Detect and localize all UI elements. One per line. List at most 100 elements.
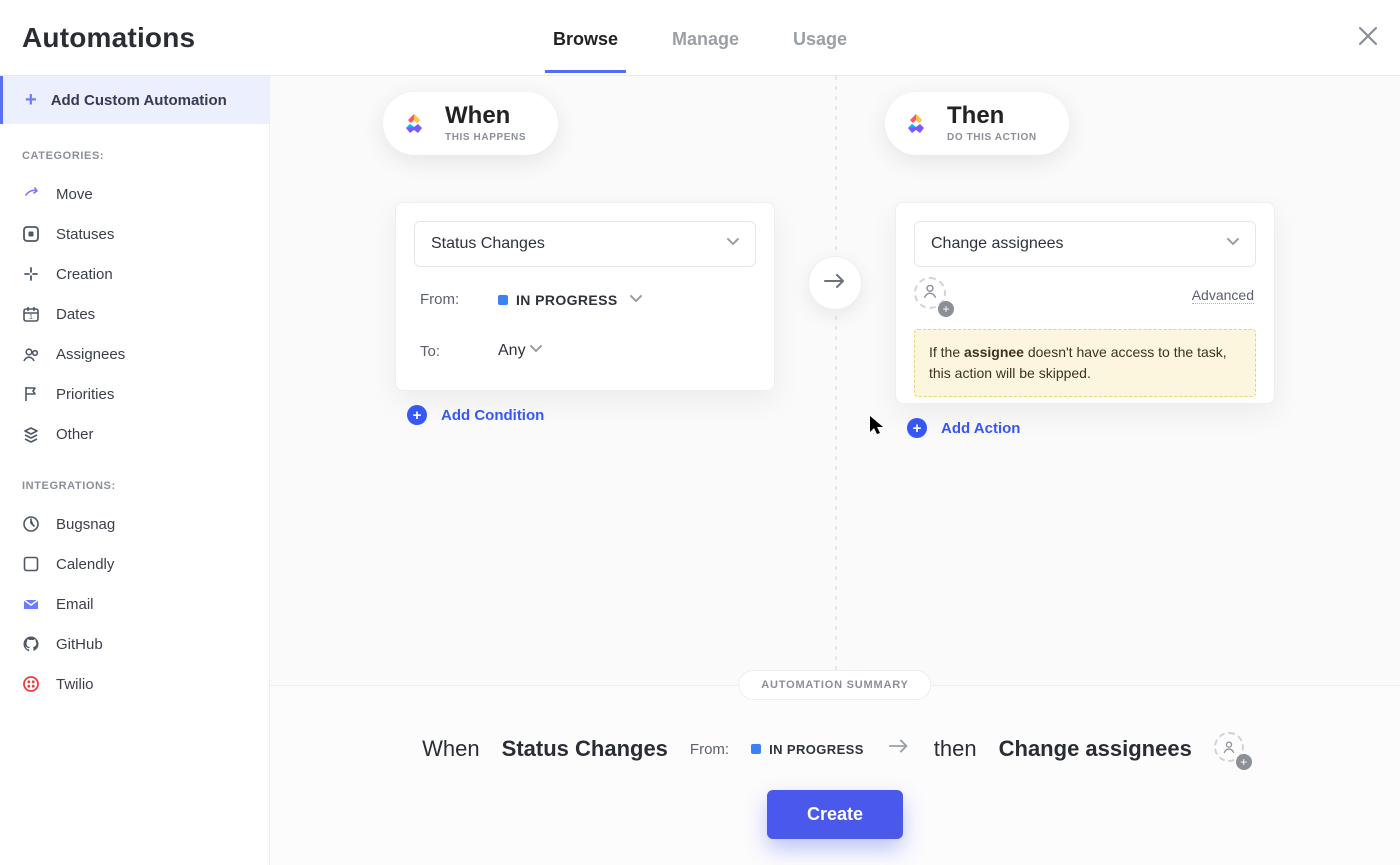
trigger-value: Status Changes — [431, 235, 545, 253]
flow-arrow — [808, 256, 862, 310]
sidebar-item-label: Statuses — [56, 226, 114, 243]
sidebar-item-move[interactable]: Move — [0, 174, 269, 214]
dates-icon — [22, 305, 40, 323]
summary-from-status-value: IN PROGRESS — [769, 742, 864, 757]
summary-from-status: IN PROGRESS — [751, 742, 864, 757]
sidebar-item-twilio[interactable]: Twilio — [0, 664, 269, 704]
add-condition-button[interactable]: + Add Condition — [395, 405, 775, 425]
chevron-down-icon — [630, 292, 642, 308]
chevron-down-icon — [530, 342, 542, 360]
sidebar-item-bugsnag[interactable]: Bugsnag — [0, 504, 269, 544]
integrations-heading: INTEGRATIONS: — [0, 454, 269, 504]
plus-circle-icon: + — [407, 405, 427, 425]
warning-text: If the — [929, 344, 964, 360]
from-label: From: — [420, 291, 476, 308]
summary-bar: AUTOMATION SUMMARY When Status Changes F… — [270, 685, 1400, 865]
from-status-value: IN PROGRESS — [516, 292, 618, 308]
close-icon — [1359, 27, 1377, 50]
move-icon — [22, 185, 40, 203]
sidebar-item-dates[interactable]: Dates — [0, 294, 269, 334]
when-column: When THIS HAPPENS Status Changes From: I… — [395, 132, 775, 685]
assignee-picker[interactable]: + — [914, 277, 952, 315]
calendly-icon — [22, 555, 40, 573]
advanced-link[interactable]: Advanced — [1192, 287, 1254, 304]
then-card: Change assignees + Advanced If the assig… — [895, 202, 1275, 404]
bugsnag-icon — [22, 515, 40, 533]
plus-circle-icon: + — [907, 418, 927, 438]
sidebar-item-label: Calendly — [56, 556, 114, 573]
app-logo-icon — [397, 107, 431, 141]
then-column: Then DO THIS ACTION Change assignees + A… — [895, 132, 1275, 685]
chevron-down-icon — [1227, 235, 1239, 253]
warning-bold: assignee — [964, 344, 1024, 360]
categories-heading: CATEGORIES: — [0, 124, 269, 174]
add-condition-label: Add Condition — [441, 407, 544, 424]
from-status-dropdown[interactable]: IN PROGRESS — [498, 292, 642, 308]
sidebar-item-assignees[interactable]: Assignees — [0, 334, 269, 374]
email-icon — [22, 595, 40, 613]
chevron-down-icon — [727, 235, 739, 253]
tab-manage[interactable]: Manage — [664, 3, 747, 72]
create-button[interactable]: Create — [767, 790, 903, 839]
sidebar-item-label: Priorities — [56, 386, 114, 403]
add-action-button[interactable]: + Add Action — [895, 418, 1275, 438]
when-title: When — [445, 104, 526, 128]
sidebar-item-email[interactable]: Email — [0, 584, 269, 624]
priorities-icon — [22, 385, 40, 403]
sidebar-item-calendly[interactable]: Calendly — [0, 544, 269, 584]
sidebar-item-label: Assignees — [56, 346, 125, 363]
sidebar-item-statuses[interactable]: Statuses — [0, 214, 269, 254]
other-icon — [22, 425, 40, 443]
app-logo-icon — [899, 107, 933, 141]
plus-icon: + — [25, 90, 37, 110]
then-title: Then — [947, 104, 1037, 128]
when-card: Status Changes From: IN PROGRESS To: — [395, 202, 775, 391]
sidebar-item-label: Creation — [56, 266, 113, 283]
sidebar-item-label: GitHub — [56, 636, 103, 653]
tab-usage[interactable]: Usage — [785, 3, 855, 72]
sidebar-item-github[interactable]: GitHub — [0, 624, 269, 664]
sidebar-item-creation[interactable]: Creation — [0, 254, 269, 294]
summary-then-word: then — [934, 736, 977, 762]
page-title: Automations — [22, 22, 195, 54]
summary-from-label: From: — [690, 741, 729, 758]
sidebar-item-priorities[interactable]: Priorities — [0, 374, 269, 414]
to-status-value: Any — [498, 342, 526, 360]
when-header: When THIS HAPPENS — [383, 92, 558, 155]
sidebar-item-label: Move — [56, 186, 93, 203]
creation-icon — [22, 265, 40, 283]
summary-trigger: Status Changes — [502, 736, 668, 762]
close-button[interactable] — [1354, 24, 1382, 52]
twilio-icon — [22, 675, 40, 693]
add-action-label: Add Action — [941, 420, 1020, 437]
main-canvas: When THIS HAPPENS Status Changes From: I… — [270, 76, 1400, 865]
summary-assignee-icon: + — [1214, 732, 1248, 766]
tab-browse[interactable]: Browse — [545, 3, 626, 72]
summary-title: AUTOMATION SUMMARY — [738, 670, 931, 700]
top-nav: Browse Manage Usage — [545, 3, 855, 72]
sidebar-item-other[interactable]: Other — [0, 414, 269, 454]
trigger-select[interactable]: Status Changes — [414, 221, 756, 267]
assignees-icon — [22, 345, 40, 363]
then-subtitle: DO THIS ACTION — [947, 132, 1037, 143]
user-icon — [922, 283, 938, 304]
summary-when-word: When — [422, 736, 479, 762]
action-select[interactable]: Change assignees — [914, 221, 1256, 267]
add-custom-automation-button[interactable]: + Add Custom Automation — [0, 76, 269, 124]
status-color-swatch — [498, 295, 508, 305]
sidebar: + Add Custom Automation CATEGORIES: Move… — [0, 76, 270, 865]
status-color-swatch — [751, 744, 761, 754]
github-icon — [22, 635, 40, 653]
cursor-icon — [870, 416, 884, 439]
action-value: Change assignees — [931, 235, 1064, 253]
to-status-dropdown[interactable]: Any — [498, 342, 542, 360]
add-badge-icon: + — [938, 301, 954, 317]
arrow-right-icon — [821, 267, 849, 300]
then-header: Then DO THIS ACTION — [885, 92, 1069, 155]
arrow-right-icon — [886, 733, 912, 765]
sidebar-item-label: Other — [56, 426, 94, 443]
sidebar-item-label: Twilio — [56, 676, 94, 693]
sidebar-item-label: Dates — [56, 306, 95, 323]
warning-box: If the assignee doesn't have access to t… — [914, 329, 1256, 397]
to-label: To: — [420, 343, 476, 360]
